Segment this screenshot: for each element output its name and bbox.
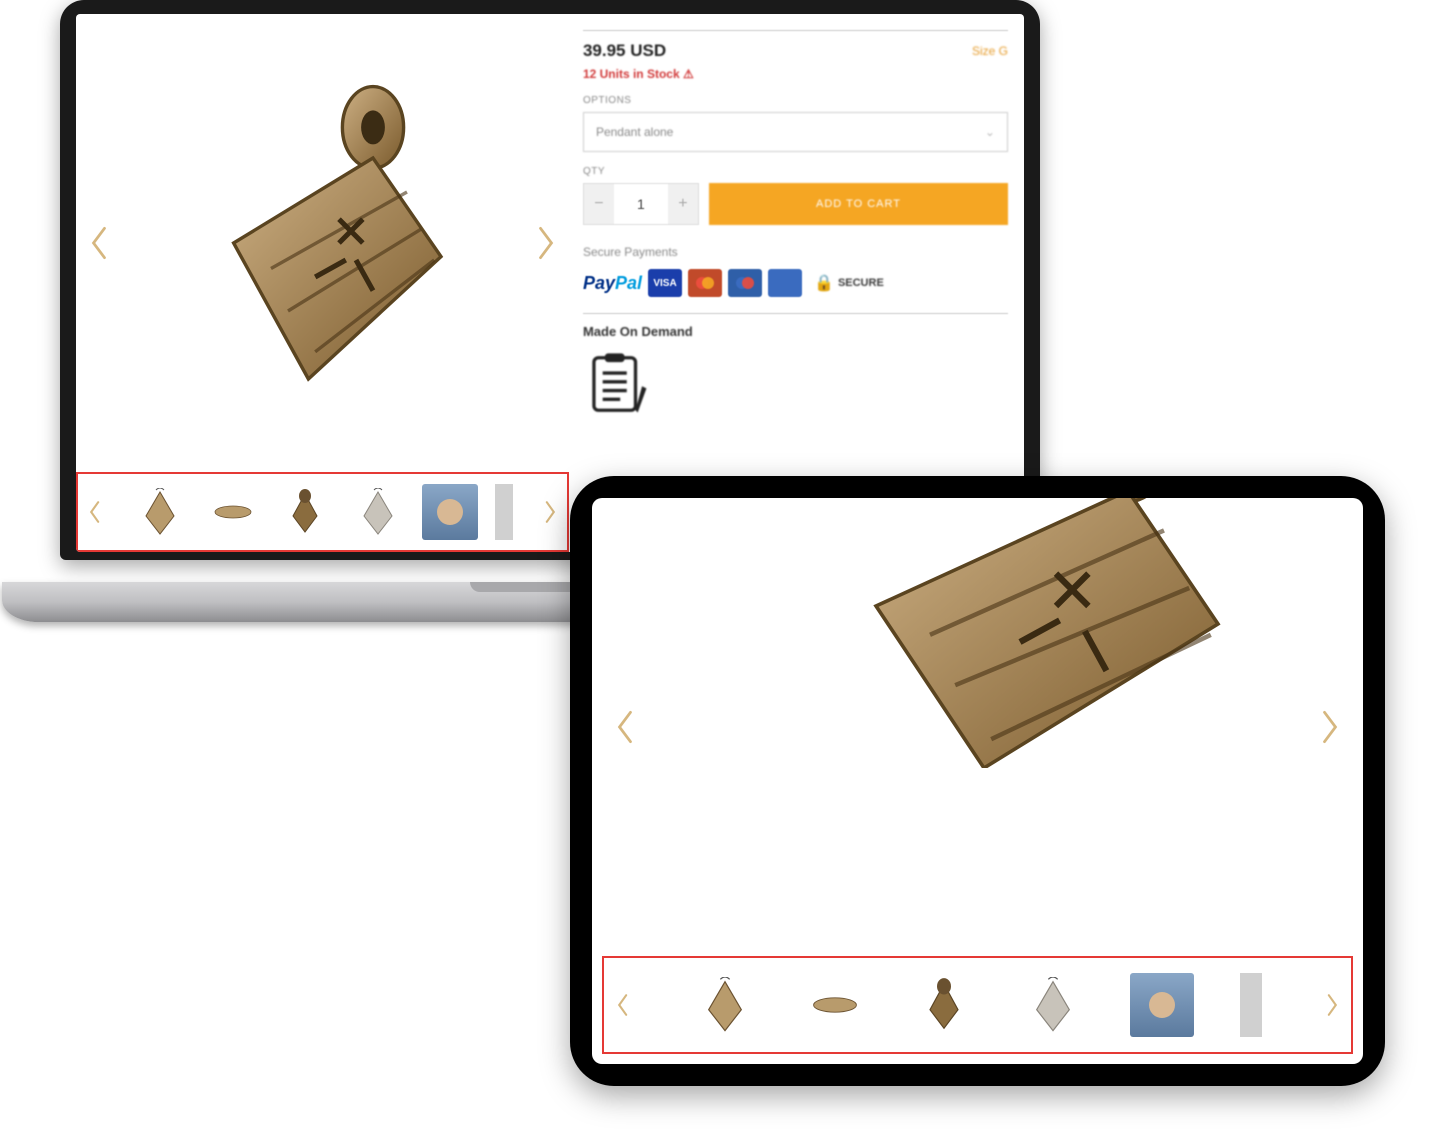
chevron-right-icon [1323, 991, 1343, 1019]
made-on-demand-heading: Made On Demand [583, 324, 1008, 339]
tablet-thumbs-next-button[interactable] [1323, 991, 1343, 1019]
lock-icon: 🔒 [814, 273, 834, 293]
chevron-left-icon [84, 498, 104, 526]
options-selected-value: Pendant alone [596, 125, 673, 139]
tablet-thumbnail-4[interactable] [1021, 973, 1085, 1037]
product-price: 39.95 USD [583, 41, 666, 61]
secure-payments-label: Secure Payments [583, 245, 1008, 259]
tablet-device [570, 476, 1385, 1086]
thumbnail-strip [76, 472, 569, 552]
maestro-icon [734, 276, 756, 290]
tablet-screen [592, 498, 1363, 1064]
chevron-right-icon [535, 224, 557, 262]
clipboard-icon [583, 349, 653, 419]
chevron-left-icon [612, 991, 632, 1019]
laptop-screen: 39.95 USD Size G 12 Units in Stock ⚠ OPT… [76, 14, 1024, 552]
thumbs-next-button[interactable] [541, 498, 561, 526]
visa-badge: VISA [648, 269, 682, 297]
tablet-thumbnail-overflow[interactable] [1240, 973, 1262, 1037]
gallery-prev-button[interactable] [88, 224, 110, 262]
thumbnail-2[interactable] [205, 484, 261, 540]
qty-value[interactable]: 1 [614, 184, 668, 224]
tablet-thumbnail-2[interactable] [803, 973, 867, 1037]
tablet-thumbs-prev-button[interactable] [612, 991, 632, 1019]
chevron-right-icon [541, 498, 561, 526]
qty-label: QTY [583, 166, 1008, 177]
gallery-next-button[interactable] [535, 224, 557, 262]
quantity-stepper: − 1 + [583, 183, 699, 225]
thumbnail-list [116, 484, 529, 540]
qty-decrease-button[interactable]: − [584, 184, 614, 224]
chevron-left-icon [614, 708, 636, 746]
tablet-product-main-image[interactable] [758, 498, 1318, 768]
tablet-thumbnail-3[interactable] [912, 973, 976, 1037]
thumbnail-3[interactable] [277, 484, 333, 540]
paypal-pay: Pay [583, 273, 615, 294]
ssl-secure-badge: 🔒 SECURE [808, 269, 890, 297]
thumbnail-5[interactable] [422, 484, 478, 540]
maestro-badge [728, 269, 762, 297]
tablet-thumbnail-1[interactable] [693, 973, 757, 1037]
made-on-demand-icon [583, 349, 653, 419]
qty-increase-button[interactable]: + [668, 184, 698, 224]
thumbs-prev-button[interactable] [84, 498, 104, 526]
amex-badge [768, 269, 802, 297]
options-select[interactable]: Pendant alone ⌄ [583, 112, 1008, 152]
chevron-down-icon: ⌄ [985, 125, 995, 139]
divider [583, 30, 1008, 31]
tablet-thumbnail-strip [602, 956, 1353, 1054]
product-details: 39.95 USD Size G 12 Units in Stock ⚠ OPT… [569, 14, 1024, 552]
gallery-main-image-area [76, 14, 569, 472]
mastercard-icon [694, 276, 716, 290]
thumbnail-4[interactable] [350, 484, 406, 540]
gallery-column [76, 14, 569, 552]
size-guide-link[interactable]: Size G [972, 44, 1008, 58]
qty-and-cart-row: − 1 + ADD TO CART [583, 183, 1008, 225]
paypal-badge: PayPal [583, 269, 642, 297]
tablet-thumbnail-list [648, 973, 1307, 1037]
thumbnail-overflow[interactable] [495, 484, 513, 540]
tablet-gallery-prev-button[interactable] [614, 708, 636, 746]
paypal-pal: Pal [615, 273, 642, 294]
add-to-cart-button[interactable]: ADD TO CART [709, 183, 1008, 225]
tablet-gallery-next-button[interactable] [1319, 708, 1341, 746]
mastercard-badge [688, 269, 722, 297]
payment-badges: PayPal VISA 🔒 SECURE [583, 269, 1008, 297]
tablet-thumbnail-5[interactable] [1130, 973, 1194, 1037]
secure-text: SECURE [838, 277, 884, 289]
chevron-left-icon [88, 224, 110, 262]
options-label: OPTIONS [583, 95, 1008, 106]
price-row: 39.95 USD Size G [583, 41, 1008, 61]
stock-status: 12 Units in Stock ⚠ [583, 67, 1008, 81]
thumbnail-1[interactable] [132, 484, 188, 540]
product-main-image[interactable] [152, 73, 492, 413]
chevron-right-icon [1319, 708, 1341, 746]
product-page: 39.95 USD Size G 12 Units in Stock ⚠ OPT… [76, 14, 1024, 552]
divider [583, 313, 1008, 314]
tablet-gallery-main [592, 498, 1363, 956]
